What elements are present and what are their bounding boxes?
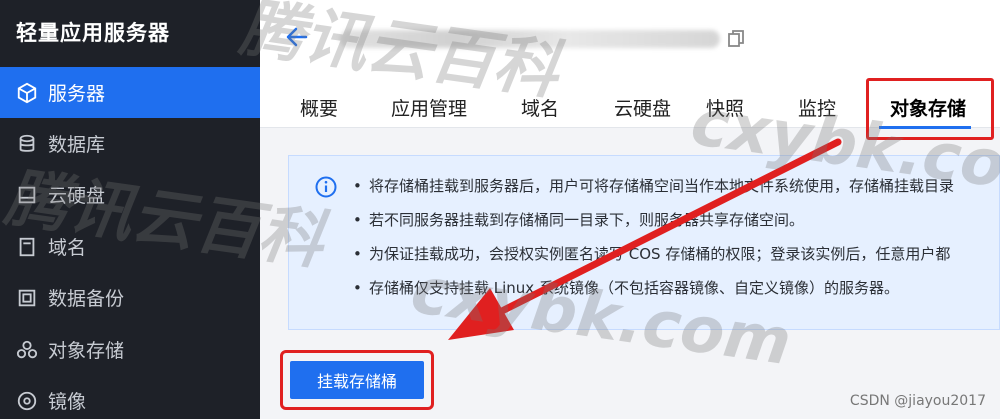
sidebar-item-label: 数据库 [48,134,106,156]
copy-icon[interactable] [728,30,744,48]
highlight-box-button: 挂载存储桶 [280,350,434,410]
main-content: 概要 应用管理 域名 云硬盘 快照 监控 对象存储 将存储桶挂载到服务器后，用户… [260,0,1000,419]
sidebar-item-cloud-disk[interactable]: 云硬盘 [0,169,260,220]
mount-storage-button[interactable]: 挂载存储桶 [290,361,424,399]
sidebar-item-servers[interactable]: 服务器 [0,67,260,118]
sidebar-item-label: 对象存储 [48,340,125,362]
database-icon [16,133,38,155]
tab-overview[interactable]: 概要 [300,94,338,121]
tab-snapshot[interactable]: 快照 [706,94,744,121]
app-title: 轻量应用服务器 [16,21,170,45]
sidebar-item-label: 镜像 [48,391,87,413]
info-icon [315,176,337,198]
tab-domain[interactable]: 域名 [521,94,559,121]
sidebar-item-label: 服务器 [48,83,106,105]
instance-name-redacted [340,30,720,48]
sidebar-item-image[interactable]: 镜像 [0,375,260,419]
highlight-box-tab [866,78,994,140]
top-bar: 概要 应用管理 域名 云硬盘 快照 监控 对象存储 [260,0,1000,140]
tab-monitor[interactable]: 监控 [798,94,836,121]
sidebar-item-backup[interactable]: 数据备份 [0,272,260,323]
sidebar-item-label: 数据备份 [48,288,125,310]
domain-icon [16,236,38,258]
sidebar-item-label: 域名 [48,237,87,259]
info-line: 若不同服务器挂载到存储桶同一目录下，则服务器共享存储空间。 [351,207,954,241]
info-list: 将存储桶挂载到服务器后，用户可将存储桶空间当作本地文件系统使用，存储桶挂载目录 … [351,173,954,309]
sidebar-item-domain[interactable]: 域名 [0,221,260,272]
sidebar-item-object-storage[interactable]: 对象存储 [0,324,260,375]
cube-icon [16,82,38,104]
backup-icon [16,287,38,309]
disk-icon [16,184,38,206]
sidebar-item-label: 云硬盘 [48,185,106,207]
sidebar: 轻量应用服务器 服务器 数据库 云硬盘 域名 数据备份 对象存储 镜像 [0,0,260,419]
tab-cloud-disk[interactable]: 云硬盘 [614,94,671,121]
info-line: 将存储桶挂载到服务器后，用户可将存储桶空间当作本地文件系统使用，存储桶挂载目录 [351,173,954,207]
sidebar-item-database[interactable]: 数据库 [0,118,260,169]
info-line: 为保证挂载成功，会授权实例匿名读写 COS 存储桶的权限；登录该实例后，任意用户… [351,241,954,275]
info-line: 存储桶仅支持挂载 Linux 系统镜像（不包括容器镜像、自定义镜像）的服务器。 [351,275,954,309]
back-arrow-icon[interactable] [284,24,310,50]
image-icon [16,390,38,412]
credit-text: CSDN @jiayou2017 [849,393,986,409]
tab-app-management[interactable]: 应用管理 [391,94,467,121]
info-notice: 将存储桶挂载到服务器后，用户可将存储桶空间当作本地文件系统使用，存储桶挂载目录 … [288,155,1000,330]
storage-icon [16,339,38,361]
